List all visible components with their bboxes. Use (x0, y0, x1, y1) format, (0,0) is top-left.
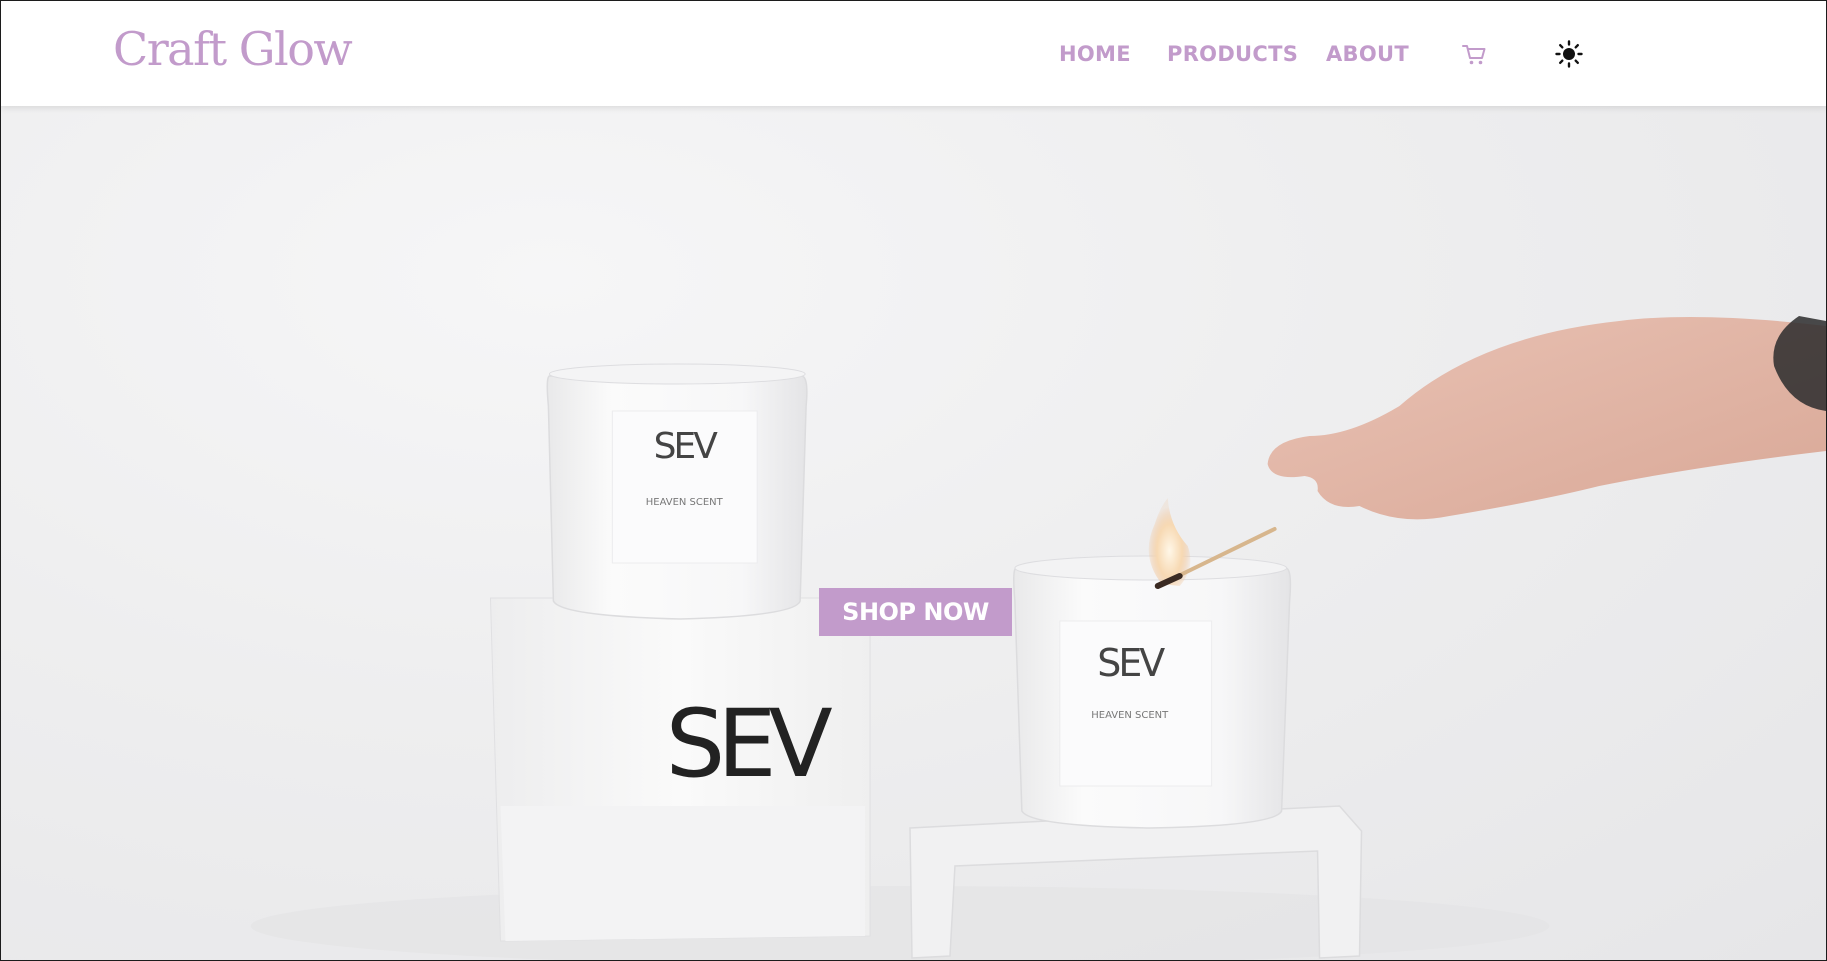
site-header: Craft Glow HOME PRODUCTS ABOUT (1, 1, 1826, 106)
sun-icon[interactable] (1554, 39, 1584, 69)
nav-products-link[interactable]: PRODUCTS (1167, 39, 1298, 69)
shop-now-button[interactable]: SHOP NOW (819, 588, 1012, 636)
svg-text:SEV: SEV (654, 426, 719, 467)
svg-text:HEAVEN SCENT: HEAVEN SCENT (1091, 710, 1169, 721)
svg-text:SEV: SEV (1097, 641, 1165, 685)
nav-home-link[interactable]: HOME (1059, 39, 1131, 69)
page-frame: Craft Glow HOME PRODUCTS ABOUT SEV SEV H… (0, 0, 1827, 961)
main-nav: HOME PRODUCTS ABOUT (1, 39, 1826, 69)
svg-text:SEV: SEV (666, 690, 833, 799)
hero-section: SEV SEV HEAVEN SCENT SEV HEAVEN SCENT SH… (1, 106, 1826, 960)
svg-text:HEAVEN SCENT: HEAVEN SCENT (646, 497, 724, 508)
nav-about-link[interactable]: ABOUT (1326, 39, 1409, 69)
shopping-cart-icon[interactable] (1459, 39, 1489, 69)
candle-hero-image: SEV SEV HEAVEN SCENT SEV HEAVEN SCENT (250, 316, 1826, 960)
